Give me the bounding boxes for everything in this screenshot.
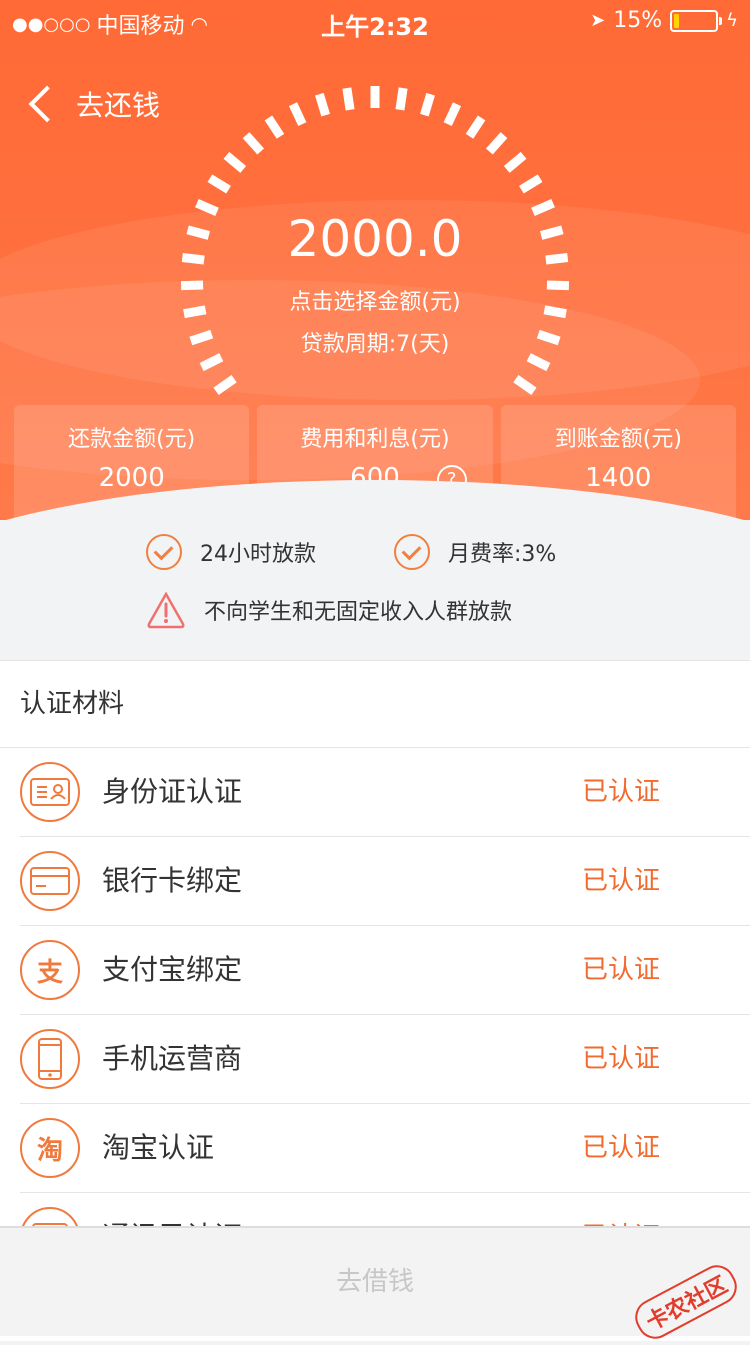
gauge-tick [420,92,435,117]
gauge-tick [395,87,408,111]
repay-amount-label: 还款金额(元) [68,427,196,452]
taobao-glyph: 淘 [36,1135,63,1166]
received-amount-label: 到账金额(元) [554,427,682,452]
material-name: 银行卡绑定 [102,864,243,897]
select-amount-hint: 点击选择金额(元) [289,290,461,315]
gauge-tick [199,353,224,372]
alipay-icon: 支 [20,940,80,1000]
gauge-tick [342,87,355,111]
material-row-bank-card[interactable]: 银行卡绑定 已认证 [20,837,750,926]
material-status: 已认证 [581,777,660,807]
material-name: 支付宝绑定 [102,953,243,986]
warning-text: 不向学生和无固定收入人群放款 [204,600,513,625]
material-status: 已认证 [581,866,660,896]
gauge-tick [519,174,543,194]
material-row-id-card[interactable]: 身份证认证 已认证 [20,748,750,837]
gauge-tick [288,102,307,127]
id-card-icon [20,762,80,822]
header-background: ●●○○○ 中国移动 ◠ 上午2:32 ➤ 15% ϟ 去还钱 2000.0 点… [0,0,750,520]
gauge-tick [485,132,508,155]
alipay-glyph: 支 [36,957,63,988]
bottom-bar: 去借钱 卡农社区 [0,1226,750,1345]
materials-title: 认证材料 [0,661,750,748]
gauge-tick [213,374,237,395]
loan-period: 贷款周期:7(天) [300,332,450,357]
material-name: 手机运营商 [102,1042,243,1075]
feature-monthly-rate: 月费率:3% [448,542,557,567]
taobao-icon: 淘 [20,1118,80,1178]
material-row-taobao[interactable]: 淘 淘宝认证 已认证 [20,1104,750,1193]
gauge-tick [513,374,537,395]
gauge-tick [207,174,231,194]
gauge-tick [264,115,285,139]
material-row-alipay[interactable]: 支 支付宝绑定 已认证 [20,926,750,1015]
check-circle-icon [146,534,182,570]
gauge-tick [223,151,247,173]
gauge-tick [443,102,462,127]
feature-item: 24小时放款 [146,534,316,570]
check-circle-icon [394,534,430,570]
gauge-tick [242,132,265,155]
material-name: 淘宝认证 [102,1131,215,1164]
gauge-tick [503,151,527,173]
loan-amount[interactable]: 2000.0 [0,210,750,268]
material-row-phone[interactable]: 手机运营商 已认证 [20,1015,750,1104]
warning-item: 不向学生和无固定收入人群放款 [146,590,512,630]
bank-card-icon [20,851,80,911]
warning-icon [147,591,185,629]
gauge-tick [315,92,330,117]
material-status: 已认证 [581,955,660,985]
phone-icon [20,1029,80,1089]
feature-24h: 24小时放款 [200,542,316,567]
feature-item: 月费率:3% [394,534,556,570]
material-status: 已认证 [581,1044,660,1074]
fee-interest-label: 费用和利息(元) [300,427,450,452]
gauge-tick [465,115,486,139]
gauge-tick [526,353,551,372]
material-status: 已认证 [581,1133,660,1163]
feature-section: 24小时放款 月费率:3% 不向学生和无固定收入人群放款 [0,520,750,660]
material-name: 身份证认证 [102,775,243,808]
